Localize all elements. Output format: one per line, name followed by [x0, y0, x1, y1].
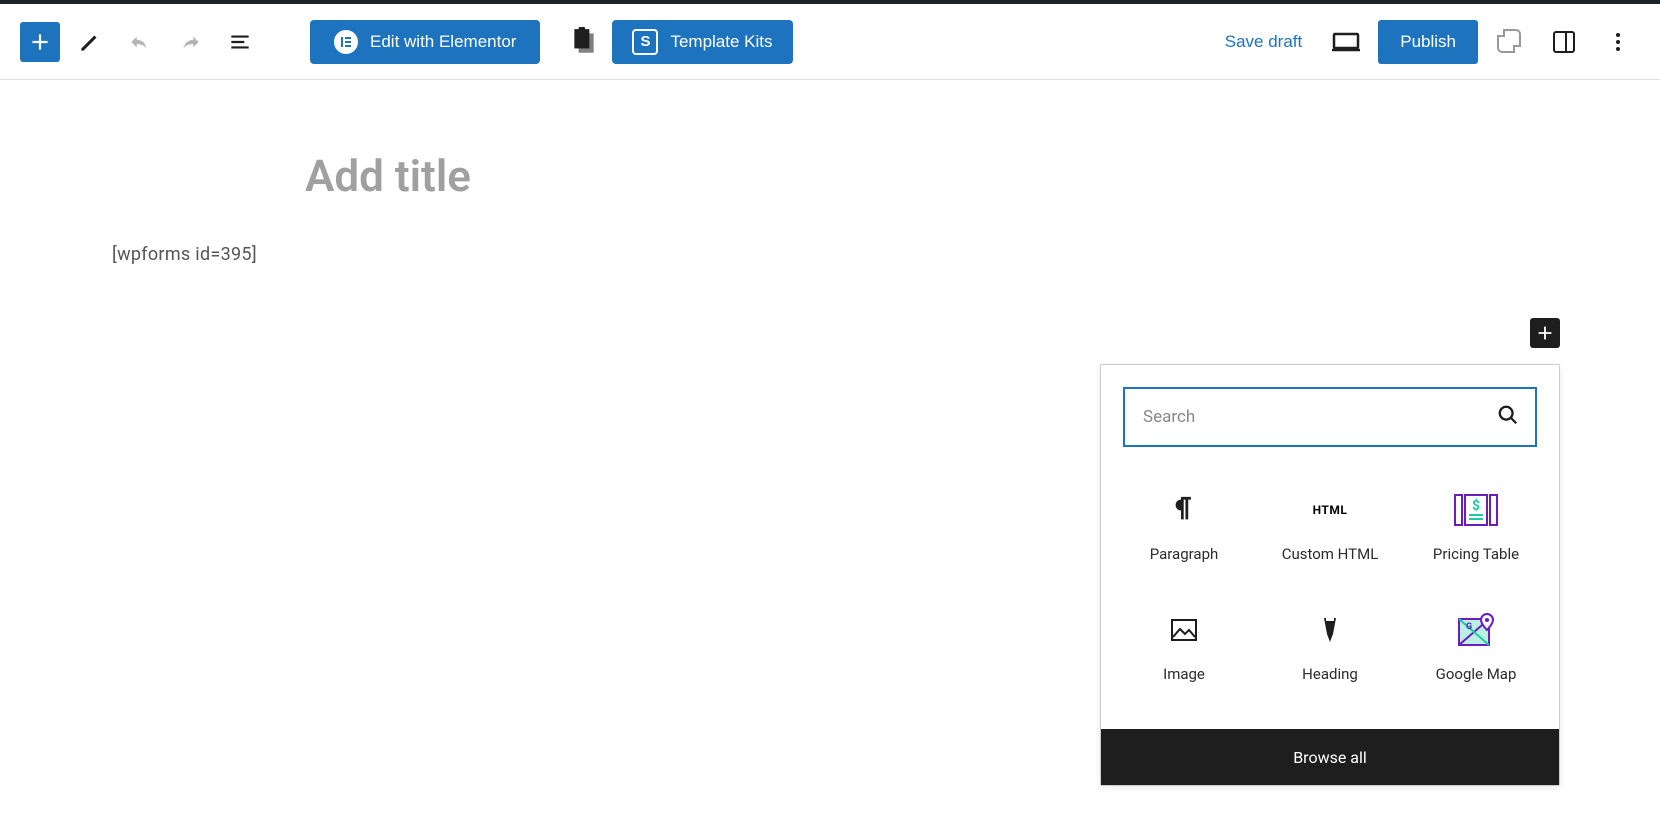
redo-button[interactable]	[170, 22, 210, 62]
block-search-input[interactable]	[1125, 389, 1535, 445]
block-custom-html[interactable]: HTML Custom HTML	[1257, 469, 1403, 589]
save-draft-button[interactable]: Save draft	[1213, 24, 1315, 60]
toolbar-left: Edit with Elementor S Template Kits	[20, 20, 793, 64]
block-google-map[interactable]: G Google Map	[1403, 589, 1549, 709]
block-label: Heading	[1302, 665, 1358, 683]
add-block-button[interactable]	[1530, 318, 1560, 348]
undo-button[interactable]	[120, 22, 160, 62]
toolbar-right: Save draft Publish	[1213, 20, 1640, 64]
plus-icon	[1534, 322, 1556, 344]
block-inserter-panel: Paragraph HTML Custom HTML $ Pricing Tab…	[1100, 364, 1560, 786]
paragraph-icon	[1172, 495, 1196, 525]
image-icon	[1171, 615, 1197, 645]
preview-button[interactable]	[1324, 20, 1368, 64]
plugin-button[interactable]	[1488, 20, 1532, 64]
block-grid: Paragraph HTML Custom HTML $ Pricing Tab…	[1101, 469, 1559, 729]
search-icon	[1497, 404, 1519, 430]
block-label: Custom HTML	[1282, 545, 1379, 563]
editor-canvas: [wpforms id=395]	[0, 150, 1660, 265]
plus-icon	[27, 29, 53, 55]
settings-sidebar-button[interactable]	[1542, 20, 1586, 64]
template-kits-label: Template Kits	[670, 32, 772, 52]
elementor-icon	[334, 30, 358, 54]
heading-icon	[1321, 615, 1339, 645]
template-kits-button[interactable]: S Template Kits	[612, 20, 792, 64]
edit-with-elementor-button[interactable]: Edit with Elementor	[310, 20, 540, 64]
block-heading[interactable]: Heading	[1257, 589, 1403, 709]
document-overview-button[interactable]	[220, 22, 260, 62]
post-title-input[interactable]	[305, 150, 1105, 202]
editor-toolbar: Edit with Elementor S Template Kits Save…	[0, 4, 1660, 80]
yoast-icon	[1496, 28, 1524, 56]
pencil-icon	[77, 29, 103, 55]
list-view-icon	[227, 29, 253, 55]
publish-button[interactable]: Publish	[1378, 20, 1478, 64]
search-field-wrap	[1123, 387, 1537, 447]
browse-all-button[interactable]: Browse all	[1101, 729, 1559, 785]
inserter-search-container	[1101, 365, 1559, 469]
block-label: Image	[1163, 665, 1205, 683]
block-paragraph[interactable]: Paragraph	[1111, 469, 1257, 589]
desktop-icon	[1332, 31, 1360, 53]
tools-button[interactable]	[70, 22, 110, 62]
block-image[interactable]: Image	[1111, 589, 1257, 709]
block-label: Google Map	[1436, 665, 1517, 683]
toggle-block-inserter-button[interactable]	[20, 22, 60, 62]
sidebar-icon	[1552, 30, 1576, 54]
clipboard-button[interactable]	[568, 24, 600, 60]
elementor-label: Edit with Elementor	[370, 32, 516, 52]
template-kits-icon: S	[632, 29, 658, 55]
html-icon: HTML	[1313, 495, 1348, 525]
block-pricing-table[interactable]: $ Pricing Table	[1403, 469, 1549, 589]
shortcode-block[interactable]: [wpforms id=395]	[112, 244, 1660, 265]
more-vertical-icon	[1606, 30, 1630, 54]
block-label: Pricing Table	[1433, 545, 1519, 563]
pricing-table-icon: $	[1454, 495, 1498, 525]
svg-text:G: G	[1466, 622, 1472, 632]
undo-icon	[127, 29, 153, 55]
clipboard-icon	[571, 27, 597, 57]
block-label: Paragraph	[1150, 545, 1219, 563]
options-button[interactable]	[1596, 20, 1640, 64]
google-map-icon: G	[1457, 615, 1495, 645]
redo-icon	[177, 29, 203, 55]
svg-text:$: $	[1472, 497, 1480, 514]
